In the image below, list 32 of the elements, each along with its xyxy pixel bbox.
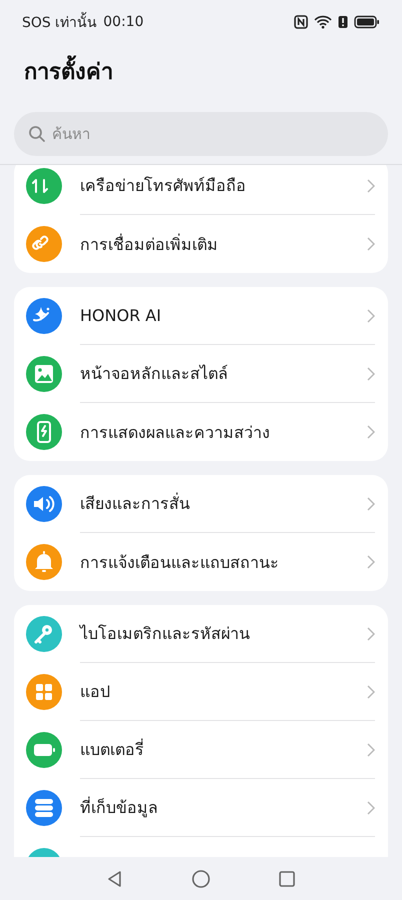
chevron-icon xyxy=(367,178,375,192)
settings-item[interactable]: การแจ้งเตือนและแถบสถานะ xyxy=(80,550,279,574)
chevron-icon xyxy=(367,742,375,756)
carrier-label: SOS เท่านั้น xyxy=(22,11,98,33)
sim-alert-icon xyxy=(338,15,348,29)
settings-item[interactable]: การเชื่อมต่อเพิ่มเติม xyxy=(80,232,218,256)
settings-item[interactable]: หน้าจอหลักและสไตล์ xyxy=(80,361,228,386)
settings-item[interactable]: ไบโอเมตริกและรหัสผ่าน xyxy=(80,621,250,646)
chevron-icon xyxy=(367,626,375,640)
chevron-icon xyxy=(367,425,375,439)
recents-button[interactable] xyxy=(277,868,297,888)
settings-item[interactable]: การแสดงผลและความสว่าง xyxy=(80,420,270,444)
settings-item[interactable]: เครือข่ายโทรศัพท์มือถือ xyxy=(80,173,246,198)
nfc-icon xyxy=(294,15,308,29)
settings-item[interactable]: เสียงและการสั่น xyxy=(80,491,190,516)
chevron-icon xyxy=(367,555,375,569)
settings-item[interactable]: HONOR AI xyxy=(80,306,162,325)
search-field[interactable]: ค้นหา xyxy=(14,112,388,156)
battery-icon xyxy=(354,15,380,29)
settings-item[interactable]: ที่เก็บข้อมูล xyxy=(80,795,158,820)
wifi-icon xyxy=(314,15,332,29)
settings-item[interactable]: แอป xyxy=(80,679,110,704)
clock: 00:10 xyxy=(103,14,144,30)
home-button[interactable] xyxy=(191,868,211,888)
settings-item[interactable]: แบตเตอรี่ xyxy=(80,737,144,762)
chevron-icon xyxy=(367,496,375,510)
page-title: การตั้งค่า xyxy=(0,44,402,102)
chevron-icon xyxy=(367,366,375,380)
chevron-icon xyxy=(367,237,375,251)
chevron-icon xyxy=(367,684,375,698)
chevron-icon xyxy=(367,800,375,814)
chevron-icon xyxy=(367,308,375,322)
